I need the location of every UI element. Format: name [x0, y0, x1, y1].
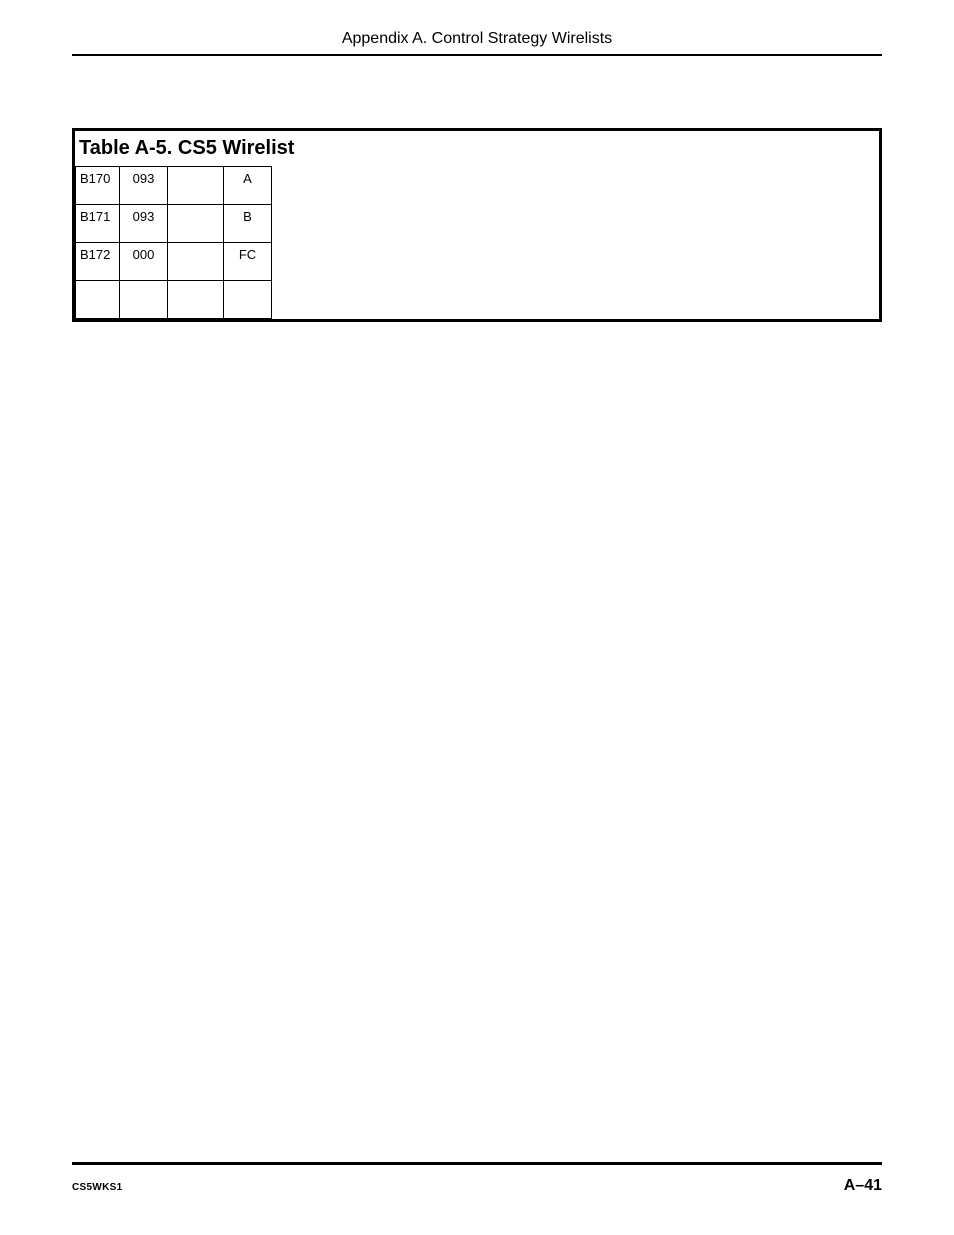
- page: Appendix A. Control Strategy Wirelists T…: [0, 0, 954, 1235]
- table-row: [76, 281, 272, 319]
- cell: FC: [224, 243, 272, 281]
- footer-rule: [72, 1162, 882, 1165]
- cell: B: [224, 205, 272, 243]
- wirelist-table: B170 093 A B171 093 B B172 000 FC: [75, 166, 272, 319]
- table-row: B172 000 FC: [76, 243, 272, 281]
- cell: [224, 281, 272, 319]
- table-row: B171 093 B: [76, 205, 272, 243]
- cell: A: [224, 167, 272, 205]
- cell: B170: [76, 167, 120, 205]
- header-rule: [72, 54, 882, 56]
- table-title: Table A-5. CS5 Wirelist: [75, 131, 879, 166]
- page-footer: CS5WKS1 A–41: [72, 1177, 882, 1195]
- cell: 000: [120, 243, 168, 281]
- table-container: Table A-5. CS5 Wirelist B170 093 A B171 …: [72, 128, 882, 322]
- cell: 093: [120, 205, 168, 243]
- cell: B171: [76, 205, 120, 243]
- cell: [168, 281, 224, 319]
- page-header: Appendix A. Control Strategy Wirelists: [72, 30, 882, 56]
- cell: [168, 167, 224, 205]
- cell: [120, 281, 168, 319]
- footer-left: CS5WKS1: [72, 1182, 122, 1193]
- footer-page-number: A–41: [844, 1177, 882, 1195]
- header-text: Appendix A. Control Strategy Wirelists: [72, 30, 882, 48]
- table-row: B170 093 A: [76, 167, 272, 205]
- cell: [168, 205, 224, 243]
- cell: [76, 281, 120, 319]
- cell: [168, 243, 224, 281]
- cell: B172: [76, 243, 120, 281]
- cell: 093: [120, 167, 168, 205]
